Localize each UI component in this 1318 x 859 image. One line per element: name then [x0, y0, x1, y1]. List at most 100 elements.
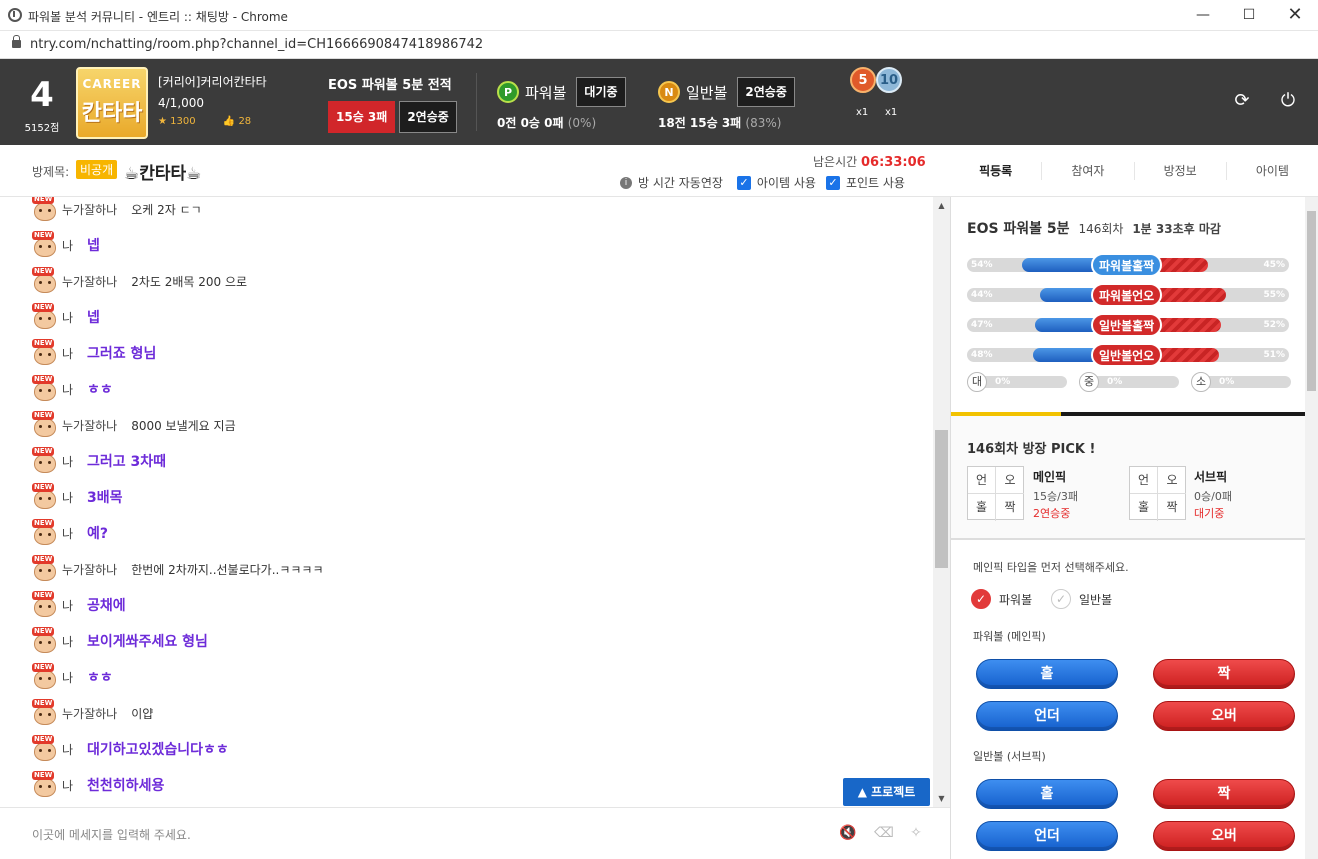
point-use-checkbox[interactable]: ✓: [825, 175, 840, 190]
avatar[interactable]: NEW: [32, 197, 58, 221]
message-author[interactable]: 누가잘하나: [62, 705, 117, 722]
thumbs-up-icon: 👍 28: [222, 116, 252, 127]
eraser-icon[interactable]: ⌫: [874, 823, 894, 843]
avatar[interactable]: NEW: [32, 447, 58, 473]
chat-scrollbar[interactable]: ▲ ▼: [933, 197, 950, 807]
bar-right-pct: 55%: [1263, 290, 1285, 300]
grid-cell: 언: [1130, 467, 1158, 494]
tab-participants[interactable]: 참여자: [1042, 161, 1135, 180]
tab-items[interactable]: 아이템: [1227, 162, 1318, 180]
record-label: EOS 파워볼 5분 전적: [328, 78, 452, 93]
panel-scroll-thumb[interactable]: [1307, 211, 1316, 391]
message-author[interactable]: 나: [62, 597, 73, 614]
message-author[interactable]: 나: [62, 741, 73, 758]
avatar[interactable]: NEW: [32, 411, 58, 437]
mute-icon[interactable]: 🔇: [838, 823, 858, 843]
normalball-group-label: 일반볼 (서브픽): [973, 750, 1046, 763]
sub-pick-streak: 대기중: [1194, 507, 1225, 520]
message-author[interactable]: 나: [62, 453, 73, 470]
tab-pick-register[interactable]: 픽등록: [950, 161, 1043, 180]
chat-message: NEW 나 예?: [32, 519, 108, 545]
avatar[interactable]: NEW: [32, 375, 58, 401]
user-meta: ★ 1300 👍 28: [158, 116, 275, 127]
record-streak: 2연승중: [399, 101, 457, 133]
power-icon[interactable]: ⏻: [1278, 91, 1298, 111]
message-author[interactable]: 나: [62, 669, 73, 686]
message-input[interactable]: 이곳에 메세지를 입력해 주세요.: [32, 826, 191, 843]
scroll-down-icon[interactable]: ▼: [933, 790, 950, 807]
chat-message: NEW 나 3배목: [32, 483, 123, 509]
main-pick-grid: 언 오 홀 짝: [967, 466, 1024, 521]
url-text[interactable]: ntry.com/nchatting/room.php?channel_id=C…: [30, 37, 483, 52]
normalball-even-button[interactable]: 짝: [1153, 779, 1295, 809]
normalball-over-button[interactable]: 오버: [1153, 821, 1295, 851]
chat-message: NEW 누가잘하나 2차도 2배목 200 으로: [32, 267, 247, 293]
room-label: 방제목:: [32, 165, 70, 179]
avatar[interactable]: NEW: [32, 591, 58, 617]
protect-button[interactable]: ▲ 프로젝트: [843, 778, 930, 806]
radio-normalball[interactable]: ✓ 일반볼: [1051, 589, 1112, 609]
normalball-odd-button[interactable]: 홀: [976, 779, 1118, 809]
avatar[interactable]: NEW: [32, 519, 58, 545]
message-author[interactable]: 누가잘하나: [62, 201, 117, 218]
message-text: 한번에 2차까지..선불로다가..ㅋㅋㅋㅋ: [131, 562, 324, 577]
avatar[interactable]: NEW: [32, 699, 58, 725]
message-author[interactable]: 나: [62, 381, 73, 398]
avatar[interactable]: NEW: [32, 231, 58, 257]
message-author[interactable]: 누가잘하나: [62, 561, 117, 578]
room-bar: 방제목: 비공개 ☕칸타타☕ 남은시간 06:33:06 i 방 시간 자동연장…: [0, 145, 950, 197]
avatar[interactable]: NEW: [32, 339, 58, 365]
info-icon: i: [620, 176, 632, 189]
bar-label: 일반볼언오: [1091, 343, 1163, 367]
refresh-icon[interactable]: ⟳: [1232, 91, 1252, 111]
close-button[interactable]: ✕: [1272, 0, 1318, 31]
message-author[interactable]: 나: [62, 345, 73, 362]
message-author[interactable]: 나: [62, 309, 73, 326]
message-text: 보이게쏴주세요 형님: [87, 634, 208, 650]
message-text: 공채에: [87, 598, 126, 614]
message-author[interactable]: 누가잘하나: [62, 417, 117, 434]
message-author[interactable]: 나: [62, 237, 73, 254]
sub-pick-grid: 언 오 홀 짝: [1129, 466, 1186, 521]
message-author[interactable]: 누가잘하나: [62, 273, 117, 290]
avatar[interactable]: NEW: [32, 627, 58, 653]
powerball-stats: 0전 0승 0패 (0%): [497, 114, 596, 131]
radio-powerball[interactable]: ✓ 파워볼: [971, 589, 1032, 609]
message-author[interactable]: 나: [62, 525, 73, 542]
minimize-button[interactable]: —: [1180, 0, 1226, 31]
window-titlebar: 파워볼 분석 커뮤니티 - 엔트리 :: 채팅방 - Chrome — ☐ ✕: [0, 0, 1318, 31]
avatar[interactable]: NEW: [32, 735, 58, 761]
magic-wand-icon[interactable]: ✧: [906, 823, 926, 843]
avatar[interactable]: NEW: [32, 303, 58, 329]
message-author[interactable]: 나: [62, 489, 73, 506]
new-badge: NEW: [32, 197, 55, 204]
scroll-thumb[interactable]: [935, 430, 948, 568]
message-author[interactable]: 나: [62, 633, 73, 650]
auto-extend-label[interactable]: 방 시간 자동연장: [638, 174, 723, 191]
avatar[interactable]: NEW: [32, 555, 58, 581]
size-ratio-bar: 소 0%: [1191, 372, 1291, 392]
nickname[interactable]: [커리어]커리어칸타타: [158, 73, 275, 90]
powerball-under-button[interactable]: 언더: [976, 701, 1118, 731]
private-badge: 비공개: [76, 160, 118, 179]
message-author[interactable]: 나: [62, 777, 73, 794]
bar-right-pct: 51%: [1263, 350, 1285, 360]
item-use-checkbox[interactable]: ✓: [736, 175, 751, 190]
tab-room-info[interactable]: 방정보: [1135, 161, 1227, 180]
badge-top-text: CAREER: [82, 77, 142, 91]
avatar[interactable]: NEW: [32, 267, 58, 293]
powerball-over-button[interactable]: 오버: [1153, 701, 1295, 731]
maximize-button[interactable]: ☐: [1226, 0, 1272, 31]
powerball-pct: (0%): [567, 116, 597, 130]
avatar[interactable]: NEW: [32, 483, 58, 509]
avatar[interactable]: NEW: [32, 663, 58, 689]
powerball-odd-button[interactable]: 홀: [976, 659, 1118, 689]
avatar[interactable]: NEW: [32, 771, 58, 797]
divider: [476, 73, 477, 131]
address-bar[interactable]: ntry.com/nchatting/room.php?channel_id=C…: [0, 31, 1318, 59]
main-pick-name: 메인픽: [1033, 470, 1067, 484]
scroll-up-icon[interactable]: ▲: [933, 197, 950, 214]
normalball-under-button[interactable]: 언더: [976, 821, 1118, 851]
panel-scrollbar[interactable]: [1305, 197, 1318, 859]
powerball-even-button[interactable]: 짝: [1153, 659, 1295, 689]
